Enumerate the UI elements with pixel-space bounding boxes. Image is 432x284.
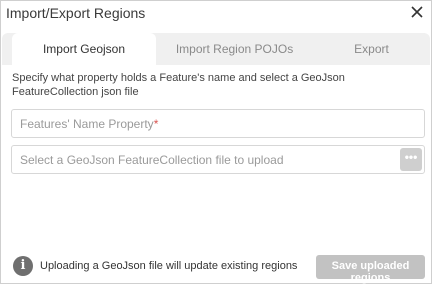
browse-file-button[interactable]: ••• bbox=[400, 148, 422, 171]
info-icon: i bbox=[13, 256, 33, 276]
feature-name-property-input[interactable]: Features' Name Property* bbox=[11, 109, 425, 138]
feature-name-property-label-text: Features' Name Property bbox=[20, 117, 154, 131]
feature-name-property-label: Features' Name Property* bbox=[20, 117, 158, 131]
file-input-placeholder: Select a GeoJson FeatureCollection file … bbox=[20, 153, 284, 167]
geojson-file-input[interactable]: Select a GeoJson FeatureCollection file … bbox=[11, 145, 425, 174]
save-button-label: Save uploaded regions bbox=[331, 260, 410, 284]
required-marker: * bbox=[153, 117, 159, 131]
import-export-dialog: Import/Export Regions Import Geojson Imp… bbox=[0, 0, 432, 284]
dialog-titlebar: Import/Export Regions bbox=[1, 1, 431, 27]
dialog-title: Import/Export Regions bbox=[6, 5, 146, 21]
ellipsis-icon: ••• bbox=[404, 150, 418, 164]
import-description: Specify what property holds a Feature's … bbox=[12, 72, 345, 98]
info-message: Uploading a GeoJson file will update exi… bbox=[40, 260, 298, 272]
tab-export[interactable]: Export bbox=[313, 33, 430, 65]
tab-bar: Import Geojson Import Region POJOs Expor… bbox=[2, 33, 430, 65]
save-uploaded-regions-button[interactable]: Save uploaded regions bbox=[316, 255, 425, 284]
tab-import-geojson[interactable]: Import Geojson bbox=[12, 33, 156, 65]
close-icon bbox=[411, 6, 423, 18]
tab-import-region-pojos[interactable]: Import Region POJOs bbox=[156, 33, 313, 65]
close-button[interactable] bbox=[409, 4, 425, 20]
